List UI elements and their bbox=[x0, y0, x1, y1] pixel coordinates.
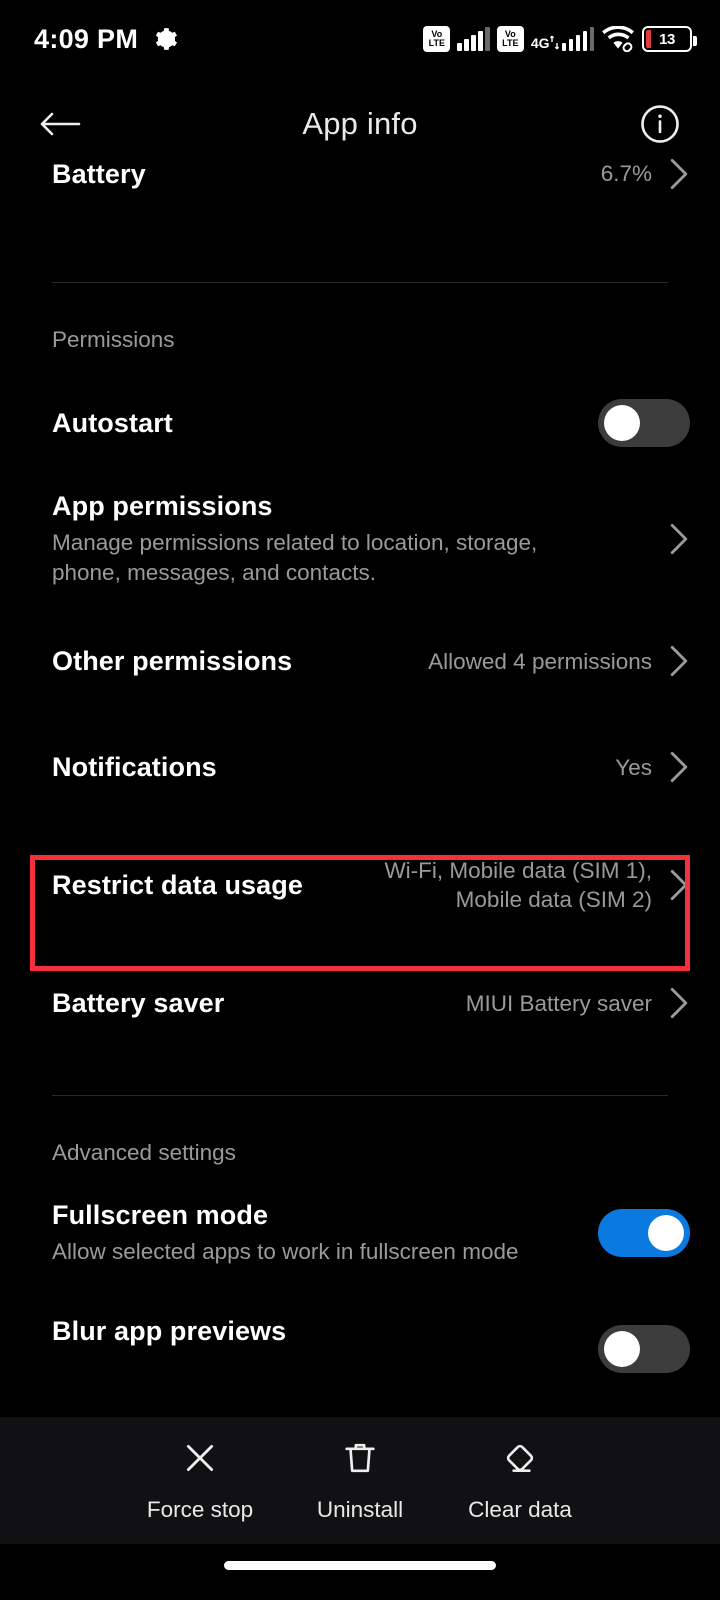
row-other-permissions-title: Other permissions bbox=[52, 645, 293, 676]
info-icon[interactable] bbox=[634, 98, 686, 150]
row-restrict-data-usage-title: Restrict data usage bbox=[52, 869, 303, 900]
row-battery-value: 6.7% bbox=[600, 161, 652, 187]
section-header-permissions: Permissions bbox=[52, 327, 175, 352]
row-notifications-title: Notifications bbox=[52, 751, 217, 782]
settings-scroll-area[interactable]: Battery 6.7% Permissions Autostart App p… bbox=[0, 0, 720, 1417]
fullscreen-mode-toggle[interactable] bbox=[598, 1209, 690, 1258]
row-restrict-data-usage[interactable]: Restrict data usage Wi-Fi, Mobile data (… bbox=[0, 827, 720, 943]
row-other-permissions-value: Allowed 4 permissions bbox=[428, 648, 652, 674]
chevron-right-icon bbox=[668, 868, 690, 902]
divider bbox=[52, 282, 668, 283]
chevron-right-icon bbox=[668, 157, 690, 191]
divider bbox=[52, 1095, 668, 1097]
row-fullscreen-mode[interactable]: Fullscreen mode Allow selected apps to w… bbox=[0, 1190, 720, 1276]
row-battery-saver-title: Battery saver bbox=[52, 987, 225, 1018]
bottom-action-bar: Force stop Uninstall Clear data bbox=[0, 1417, 720, 1544]
row-app-permissions[interactable]: App permissions Manage permissions relat… bbox=[0, 491, 720, 587]
home-indicator[interactable] bbox=[224, 1560, 496, 1570]
row-battery-title: Battery bbox=[52, 158, 146, 189]
row-autostart[interactable]: Autostart bbox=[0, 379, 720, 467]
row-notifications-value: Yes bbox=[615, 754, 652, 780]
chevron-right-icon bbox=[668, 986, 690, 1020]
row-other-permissions[interactable]: Other permissions Allowed 4 permissions bbox=[0, 617, 720, 705]
autostart-toggle[interactable] bbox=[598, 399, 690, 447]
close-x-icon bbox=[180, 1438, 220, 1483]
row-restrict-data-usage-value: Wi-Fi, Mobile data (SIM 1), Mobile data … bbox=[384, 857, 652, 913]
back-arrow-icon[interactable] bbox=[34, 98, 86, 150]
row-app-permissions-subtitle: Manage permissions related to location, … bbox=[52, 530, 538, 585]
row-blur-app-previews-title: Blur app previews bbox=[52, 1316, 287, 1347]
section-header-advanced-settings: Advanced settings bbox=[52, 1140, 236, 1166]
clear-data-label: Clear data bbox=[468, 1497, 572, 1522]
uninstall-label: Uninstall bbox=[316, 1497, 404, 1522]
row-blur-app-previews-subtitle bbox=[52, 1353, 584, 1383]
row-battery-saver-value: MIUI Battery saver bbox=[465, 990, 652, 1016]
force-stop-label: Force stop bbox=[146, 1497, 254, 1522]
trash-icon bbox=[340, 1438, 380, 1483]
row-autostart-title: Autostart bbox=[52, 407, 173, 438]
clear-data-button[interactable]: Clear data bbox=[440, 1438, 600, 1523]
force-stop-button[interactable]: Force stop bbox=[120, 1438, 280, 1523]
row-blur-app-previews[interactable]: Blur app previews bbox=[0, 1306, 720, 1392]
row-notifications[interactable]: Notifications Yes bbox=[0, 723, 720, 811]
row-battery[interactable]: Battery 6.7% bbox=[0, 122, 720, 226]
blur-app-previews-toggle[interactable] bbox=[598, 1325, 690, 1374]
row-fullscreen-mode-title: Fullscreen mode bbox=[52, 1200, 269, 1231]
row-fullscreen-mode-subtitle: Allow selected apps to work in fullscree… bbox=[52, 1239, 519, 1265]
uninstall-button[interactable]: Uninstall bbox=[280, 1438, 440, 1523]
row-battery-saver[interactable]: Battery saver MIUI Battery saver bbox=[0, 959, 720, 1047]
home-indicator-bar bbox=[0, 1544, 720, 1600]
eraser-icon bbox=[500, 1438, 540, 1483]
chevron-right-icon bbox=[668, 644, 690, 678]
chevron-right-icon bbox=[668, 522, 690, 556]
row-app-permissions-title: App permissions bbox=[52, 491, 273, 521]
chevron-right-icon bbox=[668, 750, 690, 784]
